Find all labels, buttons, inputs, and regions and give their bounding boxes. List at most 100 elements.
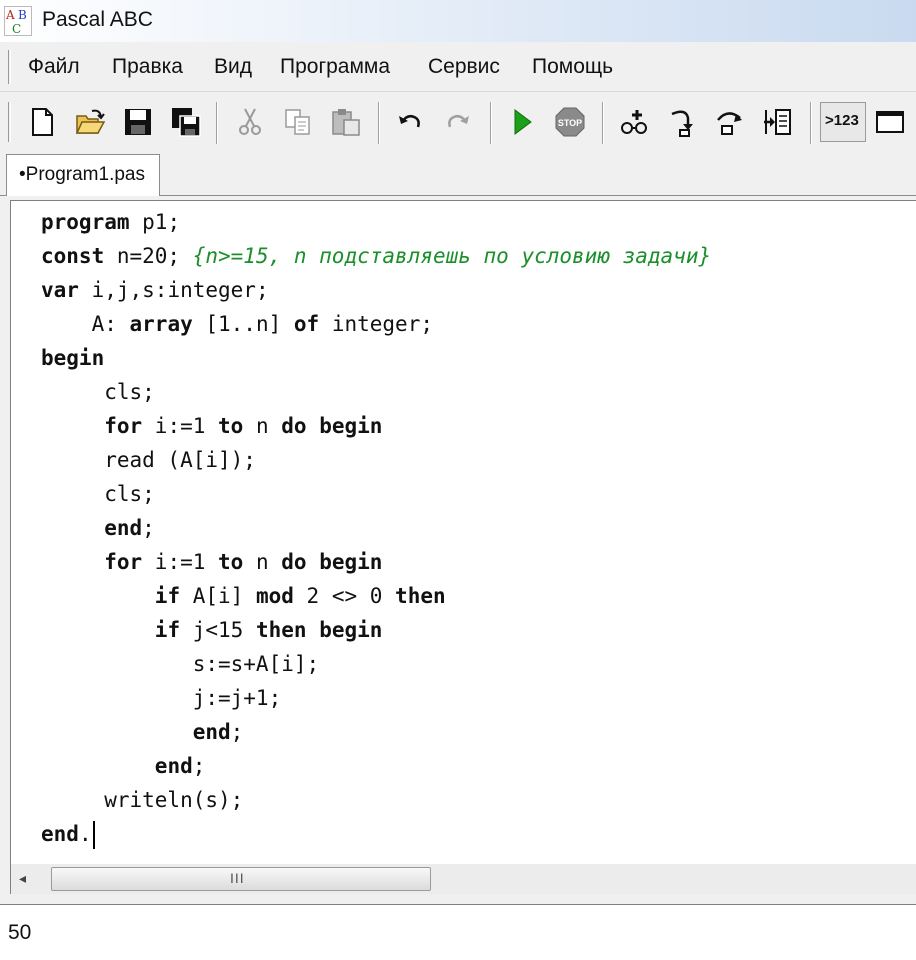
- output-panel[interactable]: 50: [0, 904, 916, 960]
- watch-icon[interactable]: [618, 106, 650, 138]
- code-token: i,j,s:integer;: [78, 278, 269, 302]
- code-token: A[i]: [180, 584, 256, 608]
- output-mode-button[interactable]: >123: [820, 102, 866, 142]
- code-token: ;: [142, 516, 155, 540]
- keyword: then: [255, 618, 307, 642]
- scroll-left-icon[interactable]: ◂: [19, 870, 26, 887]
- step-over-icon[interactable]: [714, 106, 746, 138]
- code-line: end;: [41, 749, 206, 783]
- tab-bar: •Program1.pas: [0, 152, 916, 196]
- code-token: n: [243, 414, 282, 438]
- menubar-grip[interactable]: [8, 50, 11, 84]
- code-line: if j<15 then begin: [41, 613, 383, 647]
- new-file-icon[interactable]: [26, 106, 58, 138]
- keyword: end: [192, 720, 231, 744]
- save-icon[interactable]: [122, 106, 154, 138]
- code-token: ;: [192, 754, 206, 778]
- code-token: p1;: [129, 210, 181, 234]
- keyword: mod: [255, 584, 294, 608]
- code-editor[interactable]: program p1; const n=20; {n>=15, n подстав…: [10, 200, 916, 864]
- keyword: if: [154, 584, 181, 608]
- code-token: .: [78, 822, 92, 846]
- run-icon[interactable]: [506, 106, 538, 138]
- code-line: s:=s+A[i];: [41, 647, 319, 681]
- scrollbar-grip-icon: III: [230, 870, 245, 886]
- save-all-icon[interactable]: [170, 106, 202, 138]
- keyword: begin: [41, 346, 105, 370]
- code-token: A:: [41, 312, 130, 336]
- keyword: end: [41, 822, 79, 846]
- code-token: cls;: [41, 482, 155, 506]
- code-line: program p1;: [41, 205, 180, 239]
- copy-icon[interactable]: [282, 106, 314, 138]
- toolbar-separator: [216, 102, 218, 144]
- keyword: for: [104, 414, 143, 438]
- code-line: writeln(s);: [41, 783, 243, 817]
- keyword: if: [154, 618, 181, 642]
- code-line: const n=20; {n>=15, n подставляешь по ус…: [41, 239, 711, 273]
- code-line: end.: [41, 817, 95, 851]
- keyword: var: [41, 278, 79, 302]
- menu-view[interactable]: Вид: [214, 55, 252, 79]
- menu-program[interactable]: Программа: [280, 55, 390, 79]
- text-caret: [92, 821, 95, 849]
- pascal-abc-logo-icon: A B C: [4, 6, 32, 36]
- keyword: do: [281, 414, 307, 438]
- toolbar-separator: [490, 102, 492, 144]
- scrollbar-thumb[interactable]: III: [51, 867, 431, 891]
- keyword: array: [129, 312, 193, 336]
- horizontal-scrollbar[interactable]: ◂ III: [10, 864, 916, 894]
- stop-icon[interactable]: STOP: [554, 106, 586, 138]
- code-token: s:=s+A[i];: [41, 652, 320, 676]
- keyword: const: [41, 244, 105, 268]
- cut-icon[interactable]: [234, 106, 266, 138]
- code-token: j<15: [180, 618, 256, 642]
- code-line: begin: [41, 341, 104, 375]
- code-token: writeln(s);: [41, 788, 244, 812]
- open-folder-icon[interactable]: [74, 106, 106, 138]
- toolbar-grip[interactable]: [8, 102, 11, 142]
- code-line: cls;: [41, 375, 155, 409]
- evaluate-icon[interactable]: [762, 106, 794, 138]
- redo-icon[interactable]: [442, 106, 474, 138]
- keyword: then: [395, 584, 446, 608]
- code-token: [1..n]: [192, 312, 294, 336]
- keyword: begin: [319, 414, 383, 438]
- svg-text:STOP: STOP: [558, 118, 582, 128]
- code-token: i:=1: [142, 414, 219, 438]
- code-line: for i:=1 to n do begin: [41, 409, 382, 443]
- menu-edit[interactable]: Правка: [112, 55, 183, 79]
- toolbar-separator: [602, 102, 604, 144]
- window-icon[interactable]: [874, 106, 906, 138]
- toolbar-separator: [810, 102, 812, 144]
- menu-service[interactable]: Сервис: [428, 55, 500, 79]
- output-mode-label: >123: [825, 112, 859, 129]
- toolbar: STOP >123: [0, 92, 916, 152]
- keyword: program: [41, 210, 130, 234]
- paste-icon[interactable]: [330, 106, 362, 138]
- keyword: to: [218, 414, 244, 438]
- code-line: end;: [41, 511, 155, 545]
- step-into-icon[interactable]: [666, 106, 698, 138]
- code-token: integer;: [319, 312, 433, 336]
- code-token: 2 <> 0: [293, 584, 396, 608]
- tab-program1[interactable]: •Program1.pas: [6, 154, 160, 196]
- code-token: read (A[i]);: [41, 448, 256, 472]
- keyword: end: [154, 754, 193, 778]
- menu-file[interactable]: Файл: [28, 55, 80, 79]
- svg-text:C: C: [12, 22, 21, 36]
- menu-help[interactable]: Помощь: [532, 55, 613, 79]
- code-line: cls;: [41, 477, 155, 511]
- title-bar: A B C Pascal ABC: [0, 0, 916, 42]
- keyword: begin: [319, 618, 383, 642]
- undo-icon[interactable]: [394, 106, 426, 138]
